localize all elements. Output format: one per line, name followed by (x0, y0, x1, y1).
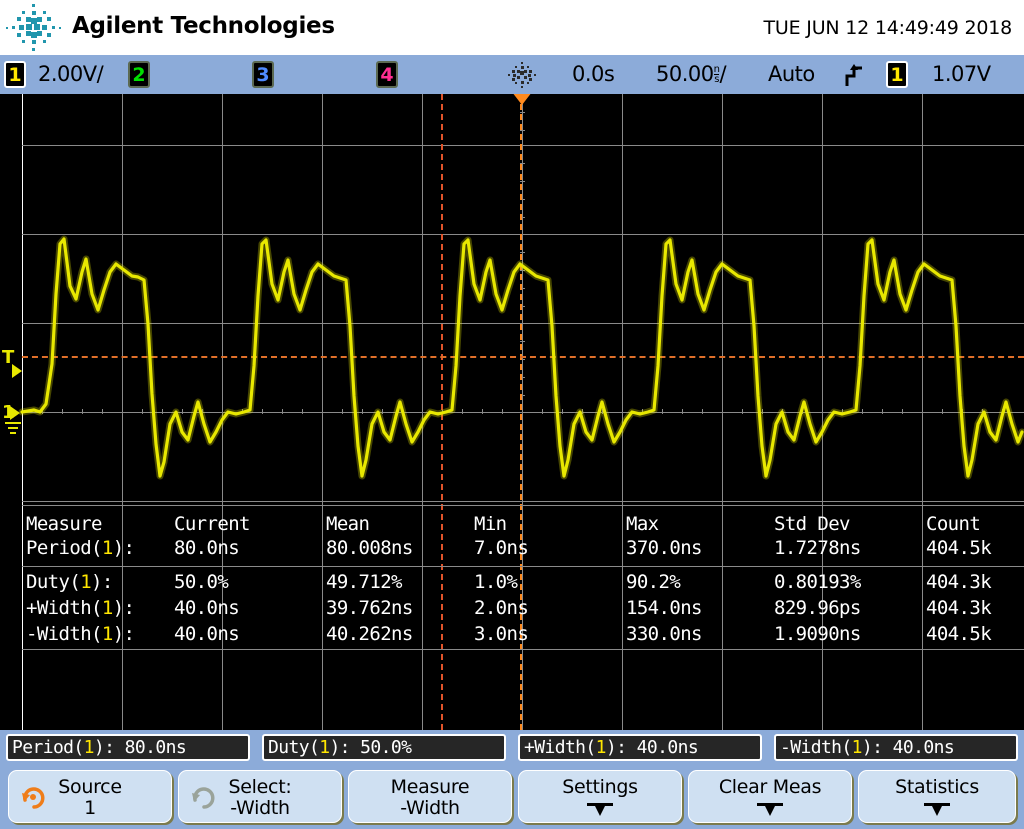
duty-current: 50.0% (174, 571, 228, 593)
timebase-value: 50.00 (656, 62, 714, 86)
meas-divider-mid (22, 566, 1024, 567)
channel-badge-3[interactable]: 3 (252, 61, 274, 88)
brand-title: Agilent Technologies (72, 13, 335, 39)
channel-badge-1-label: 1 (8, 64, 21, 86)
measurement-table: Measure Current Mean Min Max Std Dev Cou… (22, 505, 1024, 650)
period-current: 80.0ns (174, 537, 239, 559)
softkey-measure-line2: -Width (349, 797, 511, 819)
ground-marker-arrow[interactable] (10, 406, 20, 420)
period-count: 404.5k (926, 537, 991, 559)
datetime-label: TUE JUN 12 14:49:49 2018 (764, 17, 1012, 39)
trigger-source-label: 1 (890, 64, 903, 86)
badge-period[interactable]: Period(1): 80.0ns (6, 734, 250, 761)
badge-neg-width[interactable]: -Width(1): 40.0ns (774, 734, 1018, 761)
col-header-stddev: Std Dev (774, 513, 850, 535)
agilent-starburst-logo (6, 2, 64, 54)
timebase-slash: / (719, 62, 726, 86)
period-max: 370.0ns (626, 537, 702, 559)
neg-width-count: 404.5k (926, 623, 991, 645)
channel-badge-3-label: 3 (256, 64, 269, 86)
pos-width-current: 40.0ns (174, 597, 239, 619)
trigger-level-marker-arrow[interactable] (12, 364, 22, 378)
oscilloscope-screen: Agilent Technologies TUE JUN 12 14:49:49… (0, 0, 1024, 829)
measurement-header-row: Measure Current Mean Min Max Std Dev Cou… (22, 513, 1024, 537)
trigger-mode-label[interactable]: Auto (768, 62, 815, 86)
delay-label[interactable]: 0.0s (572, 62, 614, 86)
col-header-measure: Measure (26, 513, 102, 535)
meas-divider-bottom (22, 649, 1024, 650)
period-min: 7.0ns (474, 537, 528, 559)
softkey-select[interactable]: Select: -Width (178, 770, 342, 823)
ch1-scale-label[interactable]: 2.00V/ (38, 62, 103, 86)
waveform-display[interactable]: T 1 Measure Current Mean Min Max (0, 94, 1024, 730)
badge-pos-width[interactable]: +Width(1): 40.0ns (518, 734, 762, 761)
measurement-row-pos-width[interactable]: +Width(1): 40.0ns 39.762ns 2.0ns 154.0ns… (22, 597, 1024, 621)
title-bar: Agilent Technologies TUE JUN 12 14:49:49… (0, 0, 1024, 55)
duty-stddev: 0.80193% (774, 571, 861, 593)
row-label-pos-width: +Width(1): (26, 597, 134, 619)
softkey-source[interactable]: Source 1 (8, 770, 172, 823)
pos-width-count: 404.3k (926, 597, 991, 619)
softkey-select-line1: Select: (179, 776, 341, 798)
softkey-statistics-line1: Statistics (859, 776, 1015, 798)
col-header-current: Current (174, 513, 250, 535)
period-mean: 80.008ns (326, 537, 413, 559)
rising-edge-icon[interactable] (845, 62, 865, 88)
measurement-row-period[interactable]: Period(1): 80.0ns 80.008ns 7.0ns 370.0ns… (22, 537, 1024, 561)
channel-badge-2[interactable]: 2 (128, 61, 150, 88)
softkey-statistics[interactable]: Statistics (858, 770, 1016, 823)
trigger-source-badge[interactable]: 1 (886, 61, 908, 88)
row-label-period: Period(1): (26, 537, 134, 559)
down-arrow-icon (754, 798, 786, 818)
softkey-clear-meas[interactable]: Clear Meas (688, 770, 852, 823)
measurement-row-duty[interactable]: Duty(1): 50.0% 49.712% 1.0% 90.2% 0.8019… (22, 571, 1024, 595)
pos-width-mean: 39.762ns (326, 597, 413, 619)
period-stddev: 1.7278ns (774, 537, 861, 559)
softkey-measure[interactable]: Measure -Width (348, 770, 512, 823)
channel-badge-1[interactable]: 1 (4, 61, 26, 88)
acquisition-snowflake-icon[interactable] (508, 62, 536, 88)
col-header-count: Count (926, 513, 980, 535)
channel-badge-4-label: 4 (380, 64, 393, 86)
pos-width-min: 2.0ns (474, 597, 528, 619)
measurement-row-neg-width[interactable]: -Width(1): 40.0ns 40.262ns 3.0ns 330.0ns… (22, 623, 1024, 647)
channel-badge-4[interactable]: 4 (376, 61, 398, 88)
col-header-min: Min (474, 513, 507, 535)
neg-width-mean: 40.262ns (326, 623, 413, 645)
col-header-max: Max (626, 513, 659, 535)
softkey-source-line1: Source (9, 776, 171, 798)
neg-width-stddev: 1.9090ns (774, 623, 861, 645)
trigger-level-label[interactable]: 1.07V (932, 62, 991, 86)
col-header-mean: Mean (326, 513, 369, 535)
pos-width-max: 154.0ns (626, 597, 702, 619)
neg-width-current: 40.0ns (174, 623, 239, 645)
meas-divider-top (22, 505, 1024, 506)
timebase-unit: ns (714, 65, 720, 84)
channel-badge-2-label: 2 (132, 64, 145, 86)
timebase-label[interactable]: 50.00ns/ (656, 62, 726, 86)
row-label-neg-width: -Width(1): (26, 623, 134, 645)
duty-count: 404.3k (926, 571, 991, 593)
pos-width-stddev: 829.96ps (774, 597, 861, 619)
softkey-select-line2: -Width (179, 797, 341, 819)
row-label-duty: Duty(1): (26, 571, 113, 593)
down-arrow-icon (584, 798, 616, 818)
ground-symbol-icon (4, 422, 22, 434)
softkey-source-line2: 1 (9, 797, 171, 819)
softkey-settings[interactable]: Settings (518, 770, 682, 823)
badge-duty[interactable]: Duty(1): 50.0% (262, 734, 506, 761)
softkey-settings-line1: Settings (519, 776, 681, 798)
neg-width-min: 3.0ns (474, 623, 528, 645)
duty-mean: 49.712% (326, 571, 402, 593)
softkey-clear-meas-line1: Clear Meas (689, 776, 851, 798)
down-arrow-icon (921, 798, 953, 818)
neg-width-max: 330.0ns (626, 623, 702, 645)
softkey-measure-line1: Measure (349, 776, 511, 798)
duty-min: 1.0% (474, 571, 517, 593)
duty-max: 90.2% (626, 571, 680, 593)
